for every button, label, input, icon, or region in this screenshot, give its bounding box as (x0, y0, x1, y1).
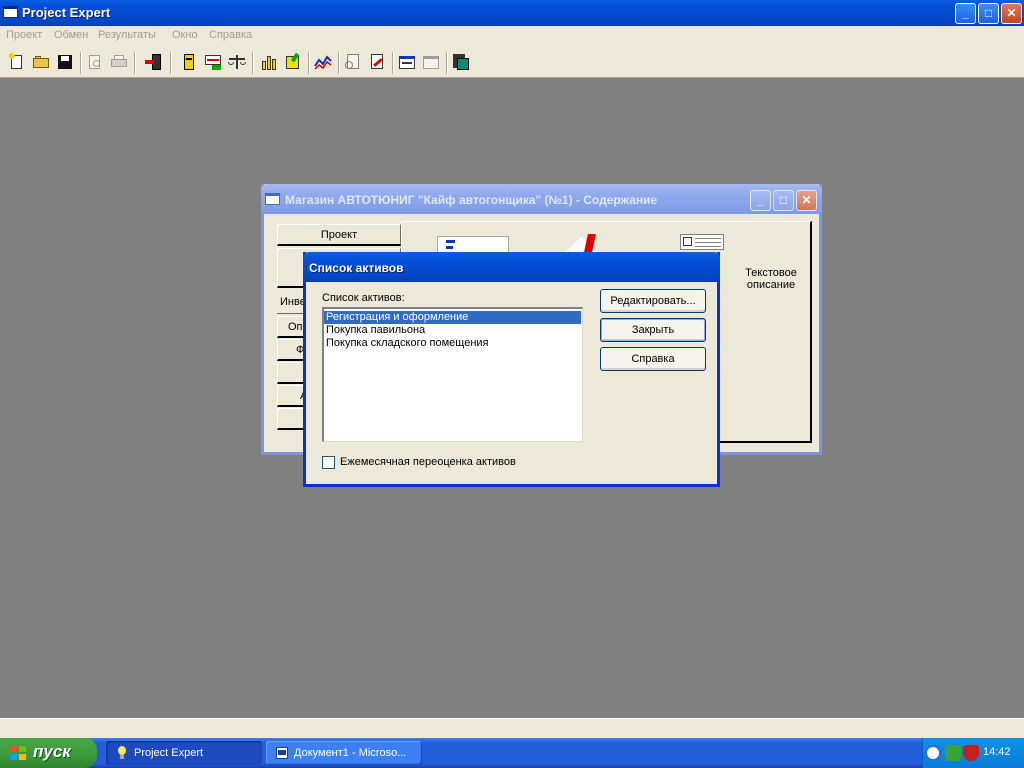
asset-list-dialog: Список активов Список активов: Регистрац… (303, 252, 720, 487)
lightbulb-icon (115, 746, 129, 760)
monthly-revaluation-label[interactable]: Ежемесячная переоценка активов (340, 456, 516, 468)
report-icon[interactable] (344, 53, 362, 71)
side-button-project[interactable]: Проект (277, 224, 401, 246)
start-label: пуск (33, 742, 71, 761)
list-item[interactable]: Покупка павильона (324, 324, 581, 337)
word-document-icon (275, 746, 289, 760)
app-window-icon (3, 6, 18, 18)
minimize-button[interactable]: _ (955, 3, 976, 24)
line-chart-icon[interactable] (314, 53, 332, 71)
window-icon[interactable] (398, 53, 416, 71)
menu-project[interactable]: Проект (6, 29, 42, 41)
text-description-label[interactable]: Текстовое описание (730, 267, 812, 291)
chart-bars-icon[interactable] (260, 53, 278, 71)
asset-list[interactable]: Регистрация и оформление Покупка павильо… (322, 307, 583, 442)
toolbar (0, 46, 1024, 78)
task-word-document[interactable]: Документ1 - Microso... (266, 741, 422, 765)
app-title: Project Expert (22, 5, 111, 20)
security-shield-icon[interactable] (963, 745, 979, 761)
new-file-icon[interactable] (8, 53, 26, 71)
windows-logo-icon (10, 746, 27, 761)
print-icon[interactable] (110, 53, 128, 71)
open-folder-icon[interactable] (32, 53, 50, 71)
content-maximize-button[interactable]: □ (773, 190, 794, 211)
menu-help[interactable]: Справка (209, 29, 252, 41)
content-window-titlebar[interactable]: Магазин АВТОТЮНИГ "Кайф автогонщика" (№1… (261, 184, 822, 214)
cashflow-icon[interactable] (204, 53, 222, 71)
menu-window[interactable]: Окно (172, 29, 198, 41)
network-icon[interactable] (945, 745, 961, 761)
content-window-title: Магазин АВТОТЮНИГ "Кайф автогонщика" (№1… (285, 193, 658, 207)
report-edit-icon[interactable] (368, 53, 386, 71)
list-item[interactable]: Регистрация и оформление (324, 311, 581, 324)
print-preview-icon[interactable] (86, 53, 104, 71)
edit-icon[interactable] (284, 52, 302, 71)
close-button[interactable]: ✕ (1001, 3, 1022, 24)
system-tray: 14:42 (922, 738, 1024, 768)
content-close-button[interactable]: ✕ (796, 190, 817, 211)
task-label: Документ1 - Microso... (294, 747, 407, 759)
edit-button[interactable]: Редактировать... (600, 289, 706, 313)
exit-icon[interactable] (144, 53, 162, 71)
menu-bar: Проект Обмен Результаты Окно Справка (0, 26, 1024, 46)
text-document-icon[interactable] (680, 234, 724, 250)
help-button[interactable]: Справка (600, 347, 706, 371)
window-list-icon[interactable] (422, 53, 440, 71)
content-minimize-button[interactable]: _ (750, 190, 771, 211)
balance-scale-icon[interactable] (228, 53, 246, 71)
task-project-expert[interactable]: Project Expert (106, 741, 262, 765)
save-icon[interactable] (56, 53, 74, 71)
calculator-icon[interactable] (452, 53, 470, 71)
taskbar: пуск Project Expert Документ1 - Microso.… (0, 738, 1024, 768)
asset-list-label: Список активов: (322, 292, 405, 304)
status-bar (0, 718, 1024, 738)
clock[interactable]: 14:42 (983, 746, 1011, 758)
menu-results[interactable]: Результаты (98, 29, 156, 41)
start-button[interactable]: пуск (0, 738, 97, 768)
task-label: Project Expert (134, 747, 204, 759)
maximize-button[interactable]: □ (978, 3, 999, 24)
document-icon[interactable] (180, 53, 198, 71)
monthly-revaluation-checkbox[interactable] (322, 456, 335, 469)
dialog-title: Список активов (309, 261, 404, 275)
chevron-left-icon[interactable] (925, 745, 941, 761)
dialog-titlebar[interactable]: Список активов (303, 252, 720, 282)
app-titlebar[interactable]: Project Expert _ □ ✕ (0, 0, 1024, 26)
content-window-icon (265, 193, 280, 205)
close-dialog-button[interactable]: Закрыть (600, 318, 706, 342)
menu-exchange[interactable]: Обмен (54, 29, 88, 41)
list-item[interactable]: Покупка складского помещения (324, 337, 581, 350)
